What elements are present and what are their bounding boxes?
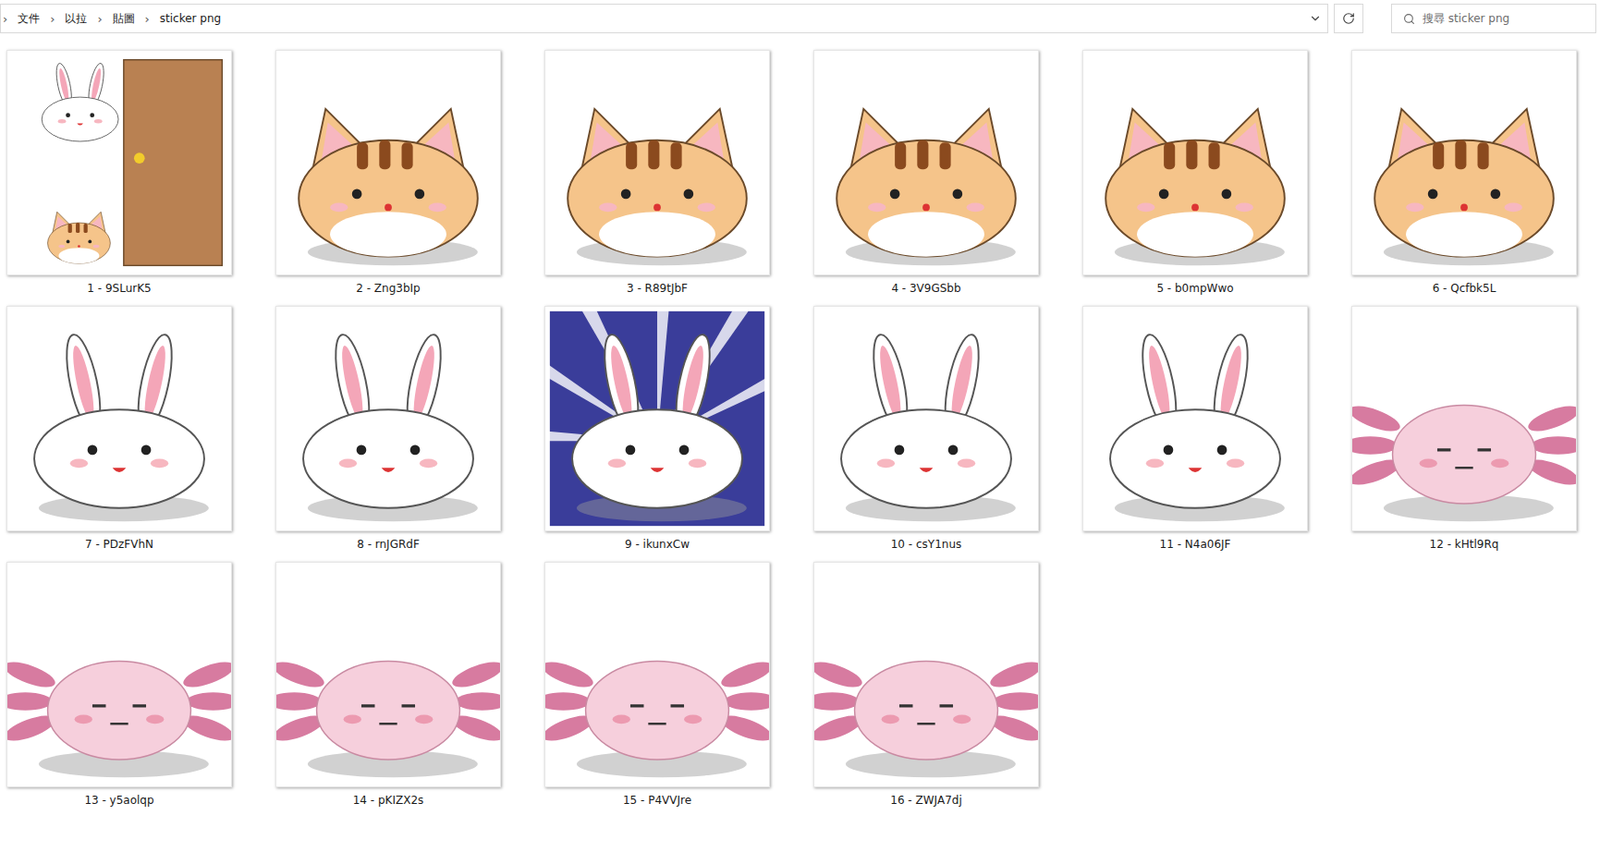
file-name: 3 - R89tJbF: [626, 280, 688, 296]
file-thumbnail: [1351, 305, 1577, 532]
axolotl-sticker-icon: [1352, 306, 1576, 531]
file-item[interactable]: 10 - csY1nus: [813, 305, 1039, 562]
cat-sticker-icon: [1352, 50, 1576, 275]
file-name: 8 - rnJGRdF: [356, 537, 420, 552]
file-thumbnail: [544, 49, 770, 276]
history-chevron-icon[interactable]: [1308, 12, 1322, 25]
file-item[interactable]: 3 - R89tJbF: [544, 49, 770, 306]
file-thumbnail: [813, 305, 1039, 532]
file-item[interactable]: 1 - 9SLurK5: [6, 49, 233, 306]
file-item[interactable]: 15 - P4VVJre: [544, 561, 770, 819]
axolotl-sticker-icon: [276, 562, 501, 787]
file-item[interactable]: 5 - b0mpWwo: [1082, 49, 1308, 306]
file-name: 1 - 9SLurK5: [86, 280, 151, 296]
file-item[interactable]: 11 - N4a06JF: [1082, 305, 1308, 562]
file-thumbnail: [1351, 49, 1577, 276]
file-thumbnail: [1082, 305, 1308, 532]
file-item[interactable]: 4 - 3V9GSbb: [813, 49, 1039, 306]
cat-sticker-icon: [545, 50, 770, 275]
file-item[interactable]: 8 - rnJGRdF: [275, 305, 501, 562]
file-item[interactable]: 16 - ZWJA7dj: [813, 561, 1039, 819]
file-thumbnail: [1082, 49, 1308, 276]
rabbit-sticker-icon: [7, 306, 232, 531]
rays-sticker-icon: [545, 306, 770, 531]
cat-sticker-icon: [276, 50, 501, 275]
breadcrumb-separator: ›: [2, 12, 8, 26]
explorer-window: › 文件 › 以拉 › 貼圖 › sticker png 搜尋 sticker png 1 - 9…: [0, 0, 1600, 852]
axolotl-sticker-icon: [545, 562, 770, 787]
refresh-button[interactable]: [1333, 3, 1364, 34]
file-item[interactable]: 2 - Zng3bIp: [275, 49, 501, 306]
file-thumbnail: [544, 561, 770, 788]
file-item[interactable]: 14 - pKIZX2s: [275, 561, 501, 819]
file-name: 7 - PDzFVhN: [85, 537, 154, 552]
axolotl-sticker-icon: [814, 562, 1039, 787]
file-name: 12 - kHtl9Rq: [1429, 537, 1500, 552]
file-name: 5 - b0mpWwo: [1156, 280, 1234, 296]
file-item[interactable]: 7 - PDzFVhN: [6, 305, 233, 562]
file-thumbnail: [275, 561, 501, 788]
file-thumbnail: [544, 305, 770, 532]
file-item[interactable]: 12 - kHtl9Rq: [1351, 305, 1577, 562]
breadcrumb[interactable]: 文件: [14, 9, 43, 29]
file-item[interactable]: 6 - Qcfbk5L: [1351, 49, 1577, 306]
file-thumbnail: [6, 561, 233, 788]
cat-sticker-icon: [814, 50, 1039, 275]
address-bar[interactable]: › 文件 › 以拉 › 貼圖 › sticker png: [0, 3, 1329, 34]
breadcrumb-separator: ›: [97, 12, 102, 26]
rabbit-sticker-icon: [1083, 306, 1307, 531]
breadcrumb[interactable]: 以拉: [61, 9, 90, 29]
file-thumbnail: [6, 49, 233, 276]
file-thumbnail: [275, 49, 501, 276]
search-icon: [1403, 12, 1416, 25]
rabbit-sticker-icon: [276, 306, 501, 531]
file-name: 6 - Qcfbk5L: [1432, 280, 1497, 296]
file-name: 15 - P4VVJre: [622, 793, 692, 808]
search-placeholder: 搜尋 sticker png: [1422, 11, 1510, 27]
file-name: 11 - N4a06JF: [1160, 537, 1232, 552]
address-toolbar: › 文件 › 以拉 › 貼圖 › sticker png 搜尋 sticker png: [0, 0, 1600, 34]
file-thumbnail: [275, 305, 501, 532]
breadcrumb[interactable]: sticker png: [157, 10, 224, 27]
refresh-icon: [1342, 12, 1356, 25]
file-name: 9 - ikunxCw: [624, 537, 690, 552]
rabbit-sticker-icon: [814, 306, 1039, 531]
file-grid: 1 - 9SLurK5 2 - Zng3bIp 3 - R89tJbF 4 - 3V9…: [0, 33, 1600, 819]
door-sticker-icon: [7, 50, 232, 275]
search-field[interactable]: 搜尋 sticker png: [1391, 3, 1597, 34]
file-name: 2 - Zng3bIp: [355, 280, 420, 296]
file-name: 4 - 3V9GSbb: [891, 280, 961, 296]
file-thumbnail: [813, 561, 1039, 788]
breadcrumb[interactable]: 貼圖: [109, 9, 138, 29]
file-thumbnail: [813, 49, 1039, 276]
axolotl-sticker-icon: [7, 562, 232, 787]
file-name: 10 - csY1nus: [891, 537, 963, 552]
file-name: 16 - ZWJA7dj: [890, 793, 962, 808]
breadcrumb-separator: ›: [145, 12, 150, 26]
file-item[interactable]: 9 - ikunxCw: [544, 305, 770, 562]
breadcrumb-separator: ›: [49, 12, 55, 26]
file-item[interactable]: 13 - y5aolqp: [6, 561, 233, 819]
file-name: 13 - y5aolqp: [84, 793, 154, 808]
file-name: 14 - pKIZX2s: [353, 793, 425, 808]
file-thumbnail: [6, 305, 233, 532]
cat-sticker-icon: [1083, 50, 1307, 275]
